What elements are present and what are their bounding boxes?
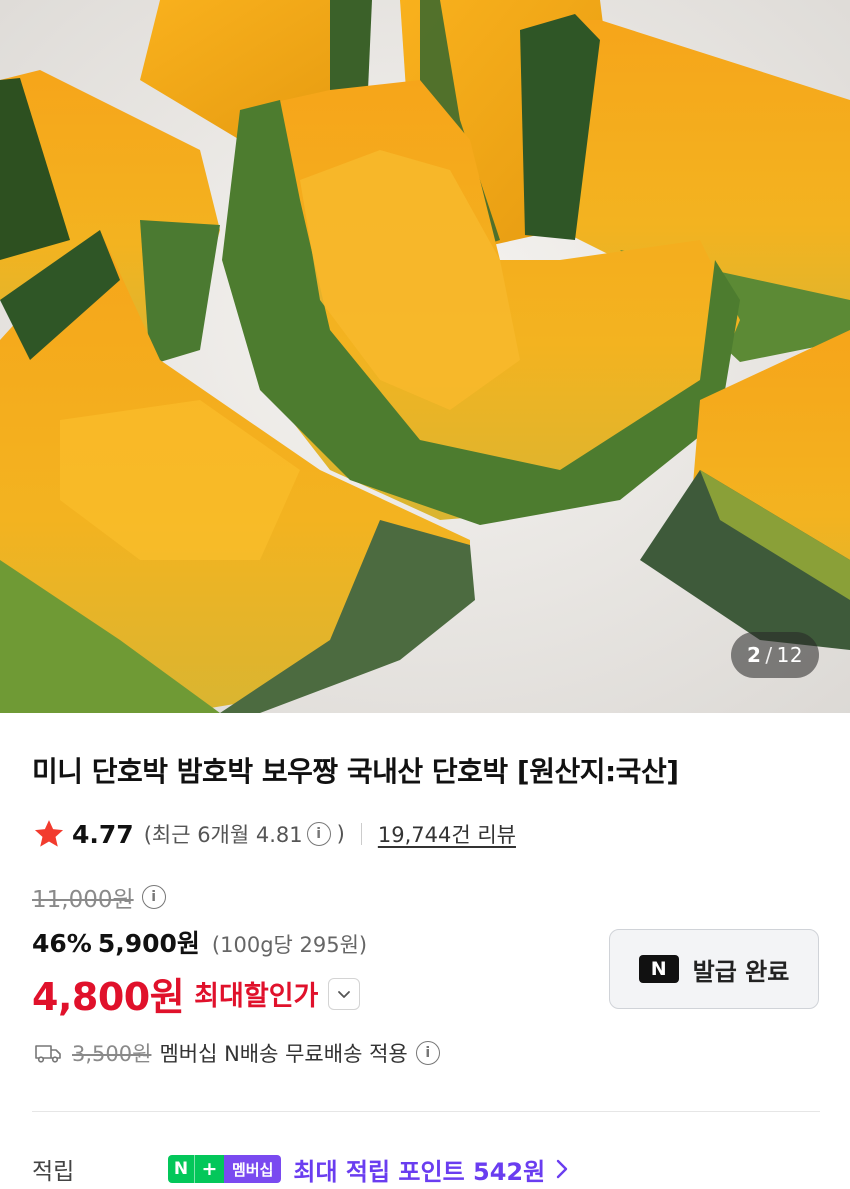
max-discount-toggle[interactable] <box>328 977 361 1010</box>
sale-price: 5,900원 <box>97 929 200 958</box>
info-icon[interactable]: i <box>306 822 331 846</box>
chevron-down-icon <box>338 990 351 998</box>
coupon-issued-button[interactable]: N 발급 완료 <box>609 929 819 1009</box>
divider <box>360 823 362 845</box>
rating-row: 4.77 (최근 6개월 4.81 i ) 19,744건 리뷰 <box>32 814 516 854</box>
review-count-link[interactable]: 19,744건 리뷰 <box>378 819 516 849</box>
naver-n-icon: N <box>638 955 679 983</box>
star-icon <box>34 820 64 847</box>
shipping-row: 3,500원 멤버십 N배송 무료배송 적용 i <box>34 1038 440 1068</box>
image-counter-total: 12 <box>776 643 804 667</box>
truck-icon <box>35 1045 61 1063</box>
product-image[interactable]: 2 / 12 <box>0 0 850 713</box>
info-icon[interactable]: i <box>415 1041 440 1065</box>
coupon-label: 발급 완료 <box>692 957 790 986</box>
sale-price-row: 46% 5,900원 (100g당 295원) <box>32 924 367 960</box>
image-counter-current: 2 <box>746 643 762 667</box>
rating-value: 4.77 <box>72 819 134 849</box>
image-counter: 2 / 12 <box>731 632 819 678</box>
product-title: 미니 단호박 밤호박 보우짱 국내산 단호박 [원산지:국산] <box>32 755 679 788</box>
original-price: 11,000원 <box>32 887 134 913</box>
plus-icon: + <box>194 1155 224 1183</box>
max-discount-price: 4,800원 <box>32 975 185 1019</box>
shipping-text: 멤버십 N배송 무료배송 적용 <box>159 1042 408 1066</box>
original-price-row: 11,000원 i <box>32 880 166 914</box>
naver-n-icon: N <box>168 1155 194 1183</box>
info-icon[interactable]: i <box>141 885 166 909</box>
naver-plus-membership-badge: N + 멤버십 <box>168 1155 282 1183</box>
image-counter-separator: / <box>765 643 773 667</box>
points-row[interactable]: 적립 N + 멤버십 최대 적립 포인트 542원 <box>32 1149 569 1189</box>
pumpkin-photo <box>0 0 850 713</box>
unit-price: (100g당 295원) <box>211 933 368 957</box>
discount-rate: 46% <box>32 929 92 958</box>
shipping-old-fee: 3,500원 <box>72 1042 152 1066</box>
max-points-text: 최대 적립 포인트 542원 <box>293 1157 546 1186</box>
rating-recent-text: (최근 6개월 4.81 <box>143 823 303 847</box>
rating-recent-close: ) <box>336 822 345 846</box>
chevron-right-icon <box>557 1159 568 1179</box>
membership-label: 멤버십 <box>224 1155 282 1183</box>
points-label: 적립 <box>32 1159 75 1185</box>
max-discount-label: 최대할인가 <box>194 981 319 1012</box>
max-discount-row: 4,800원 최대할인가 <box>32 966 361 1021</box>
rating-recent: (최근 6개월 4.81 i ) <box>144 819 345 849</box>
section-divider <box>32 1111 820 1112</box>
